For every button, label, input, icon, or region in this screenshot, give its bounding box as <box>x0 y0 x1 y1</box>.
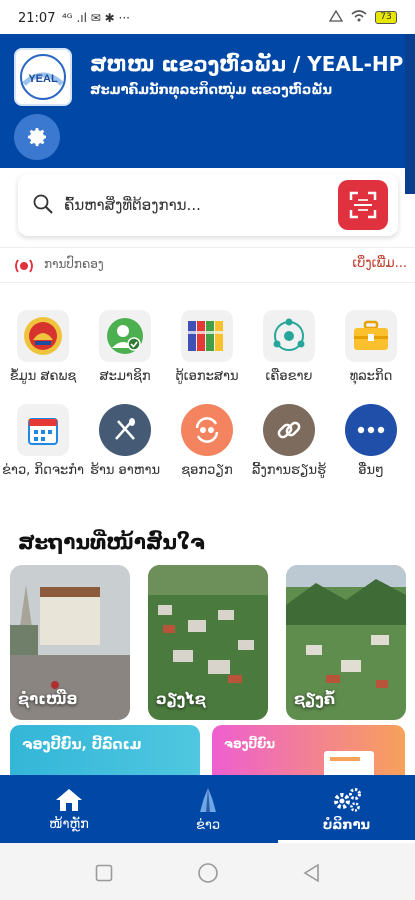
search-icon <box>33 194 53 214</box>
logo-text: YEAL <box>28 73 58 85</box>
briefcase-icon <box>345 310 397 362</box>
status-time: 21:07 <box>18 11 56 26</box>
place-card[interactable]: ຊຽງຄໍ້ <box>286 565 406 720</box>
wifi-icon <box>351 10 367 25</box>
app-screen: 21:07 ⁴ᴳ .ıl ✉ ✱ ··· 73 YEAL ສຫໜ ແຂວງຫົວ… <box>0 0 415 900</box>
nav-label: ໜ້າຫຼັກ <box>49 816 89 832</box>
scan-icon <box>349 191 377 219</box>
more-icon <box>345 404 397 456</box>
alarm-icon <box>328 9 344 25</box>
place-label: ວຽງໄຊ <box>156 690 206 708</box>
app-title: ສຫໜ ແຂວງຫົວພັນ / YEAL-HP <box>90 52 404 76</box>
broadcast-icon <box>15 259 33 273</box>
menu-label: ຂ່າວ, ກິດຈະກຳ <box>2 463 84 478</box>
menu-item-links[interactable]: ລີ້ງການຮຽນຮູ້ <box>248 404 330 504</box>
place-card[interactable]: ວຽງໄຊ <box>148 565 268 720</box>
status-bar: 21:07 ⁴ᴳ .ıl ✉ ✱ ··· 73 <box>0 0 415 34</box>
menu-label: ທຸລະກິດ <box>349 369 393 384</box>
bottom-navigation: ໜ້າຫຼັກ ຂ່າວ ບໍລິການ <box>0 775 415 843</box>
see-more-link[interactable]: ເບິ່ງເພີ່ມ... <box>352 256 407 271</box>
search-bar <box>18 174 398 236</box>
gear-icon <box>28 128 46 147</box>
network-icon <box>263 310 315 362</box>
menu-item-network[interactable]: ເຄືອຂາຍ <box>248 310 330 410</box>
menu-item-jobs[interactable]: ຊອກວຽກ <box>166 404 248 504</box>
calendar-icon <box>17 404 69 456</box>
app-subtitle: ສະມາຄົມນັກທຸລະກິດໜຸ່ມ ແຂວງຫົວພັນ <box>90 83 333 98</box>
scan-button[interactable] <box>338 180 388 230</box>
nav-home[interactable]: ໜ້າຫຼັກ <box>0 775 138 843</box>
menu-label: ຊອກວຽກ <box>181 463 233 478</box>
section-title: ສະຖານທີ່ໜ້າສົນໃຈ <box>18 530 205 554</box>
member-icon <box>99 310 151 362</box>
notice-bar: ການປົກຄອງ ເບິ່ງເພີ່ມ... <box>0 247 415 283</box>
place-card[interactable]: ຊຳເໜືອ <box>10 565 130 720</box>
nav-label: ບໍລິການ <box>322 817 371 833</box>
menu-item-news[interactable]: ຂ່າວ, ກິດຈະກຳ <box>2 404 84 504</box>
menu-item-info[interactable]: ຂໍ້ມູນ ສຄພຊ <box>2 310 84 410</box>
search-input[interactable] <box>64 190 334 220</box>
menu-item-members[interactable]: ສະມາຊິກ <box>84 310 166 410</box>
link-icon <box>263 404 315 456</box>
menu-label: ເຄືອຂາຍ <box>265 369 313 384</box>
nav-label: ຂ່າວ <box>195 817 221 833</box>
menu-label: ຮ້ານ ອາຫານ <box>89 463 161 478</box>
menu-label: ຕູ້ເອກະສານ <box>175 369 239 384</box>
home-button-icon[interactable] <box>197 862 219 884</box>
notice-text: ການປົກຄອງ <box>44 257 104 271</box>
promo-text: ຈອງປີ້ຍົນ <box>224 737 276 751</box>
recents-icon[interactable] <box>95 864 113 882</box>
menu-item-restaurant[interactable]: ຮ້ານ ອາຫານ <box>84 404 166 504</box>
back-icon[interactable] <box>302 863 320 883</box>
menu-item-documents[interactable]: ຕູ້ເອກະສານ <box>166 310 248 410</box>
menu-label: ສະມາຊິກ <box>99 369 151 384</box>
nav-services[interactable]: ບໍລິການ <box>278 775 415 843</box>
nav-news[interactable]: ຂ່າວ <box>138 775 278 843</box>
services-icon <box>333 787 361 812</box>
home-icon <box>56 788 82 811</box>
header-edge <box>405 34 415 194</box>
menu-item-more[interactable]: ອື່ນໆ <box>330 404 412 504</box>
status-right: 73 <box>328 9 397 25</box>
restaurant-icon <box>99 404 151 456</box>
settings-button[interactable] <box>14 114 60 160</box>
menu-label: ອື່ນໆ <box>358 463 384 478</box>
status-indicators: ⁴ᴳ .ıl ✉ ✱ ··· <box>62 11 130 25</box>
emblem-icon <box>17 310 69 362</box>
place-label: ຊຽງຄໍ້ <box>294 690 335 708</box>
job-icon <box>181 404 233 456</box>
menu-label: ຂໍ້ມູນ ສຄພຊ <box>9 369 77 384</box>
app-header: YEAL ສຫໜ ແຂວງຫົວພັນ / YEAL-HP ສະມາຄົມນັກ… <box>0 34 415 168</box>
news-icon <box>200 787 216 812</box>
system-navigation-bar <box>0 843 415 900</box>
app-logo: YEAL <box>14 48 72 106</box>
place-label: ຊຳເໜືອ <box>18 690 78 708</box>
binders-icon <box>181 310 233 362</box>
promo-text: ຈອງປີ້ຍົນ, ປີ້ລົດເມ <box>22 737 142 753</box>
battery-icon: 73 <box>375 11 397 24</box>
menu-item-business[interactable]: ທຸລະກິດ <box>330 310 412 410</box>
menu-label: ລີ້ງການຮຽນຮູ້ <box>252 463 326 478</box>
